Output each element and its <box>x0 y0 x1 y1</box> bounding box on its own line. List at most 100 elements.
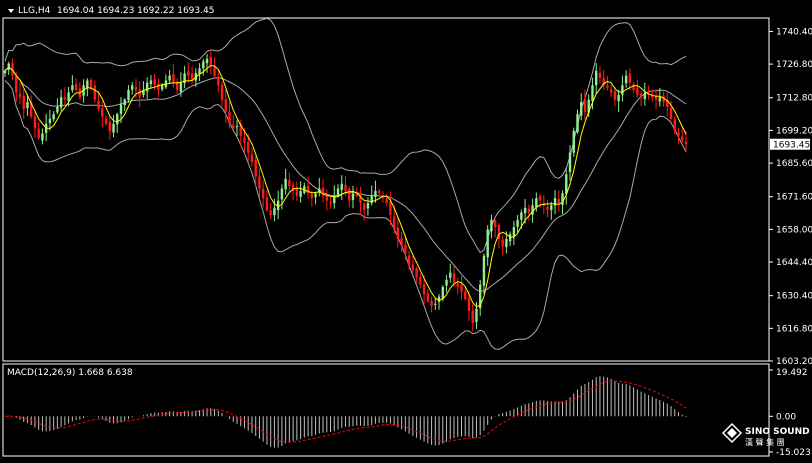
candle <box>261 180 265 208</box>
candle-body <box>288 180 291 187</box>
candle-body <box>250 154 254 163</box>
candle <box>175 78 179 95</box>
candle-body <box>617 94 620 102</box>
candle <box>636 79 639 98</box>
candle-body <box>56 106 59 113</box>
candle-body <box>437 296 441 302</box>
candle-body <box>594 70 598 86</box>
candle <box>235 120 239 137</box>
macd-histogram <box>8 376 687 448</box>
candle <box>164 74 168 89</box>
chart-window[interactable]: LLG,H4 1694.04 1694.23 1692.22 1693.45 M… <box>0 0 812 459</box>
candle-body <box>26 102 29 109</box>
candle-body <box>3 70 7 74</box>
candle-body <box>505 238 508 248</box>
candle-body <box>48 118 52 124</box>
candle-body <box>97 100 100 110</box>
candle-body <box>516 219 519 227</box>
candle-body <box>168 75 171 81</box>
candle-body <box>392 216 396 230</box>
candle-body <box>576 114 579 133</box>
candle-body <box>172 74 175 83</box>
candle <box>377 189 381 195</box>
candle <box>145 77 149 99</box>
candle-body <box>336 188 340 196</box>
candle <box>198 63 201 81</box>
price-chart-svg[interactable]: LLG,H4 1694.04 1694.23 1692.22 1693.45 M… <box>0 0 812 459</box>
candle <box>213 57 216 78</box>
candle-body <box>535 198 538 208</box>
candle <box>374 180 377 203</box>
candle <box>187 62 190 83</box>
price-tick-label: 1712.80 <box>776 94 812 104</box>
bollinger-upper-line <box>4 17 687 254</box>
candle <box>512 220 516 246</box>
candle-body <box>419 277 422 285</box>
candle <box>437 294 441 310</box>
symbol-timeframe: LLG,H4 <box>18 6 51 16</box>
candle-body <box>385 198 388 203</box>
price-axis: 1740.40 1726.80 1712.80 1699.20 1685.60 1671.… <box>769 27 812 367</box>
candle <box>142 81 145 98</box>
candle-body <box>351 193 355 200</box>
candle-body <box>636 87 639 95</box>
candle <box>598 66 602 84</box>
candle-body <box>568 152 572 173</box>
candle <box>295 181 299 201</box>
candle-body <box>400 238 403 247</box>
candle <box>74 78 78 92</box>
price-tick-label: 1644.40 <box>776 258 812 268</box>
candle-body <box>205 58 209 64</box>
candle-body <box>209 56 212 67</box>
candle <box>643 82 647 106</box>
dropdown-arrow-icon[interactable] <box>8 9 14 13</box>
candle-body <box>677 132 680 136</box>
candle <box>613 87 617 107</box>
candle <box>359 186 362 214</box>
candle <box>71 75 74 93</box>
candle-body <box>389 201 392 215</box>
candle <box>258 168 261 198</box>
candle-body <box>134 87 138 91</box>
candle <box>568 145 572 181</box>
candle-body <box>482 255 486 286</box>
candle <box>411 254 415 274</box>
candle-body <box>101 107 104 117</box>
main-panel-frame <box>2 17 770 362</box>
price-tick-label: 1616.80 <box>776 324 812 334</box>
candle <box>112 115 115 138</box>
candle-body <box>374 190 377 197</box>
candle-body <box>606 85 609 88</box>
candle-body <box>441 287 444 299</box>
candle <box>127 85 130 103</box>
candle-body <box>449 272 452 278</box>
candle <box>681 127 684 143</box>
candle-body <box>572 130 575 153</box>
candle-body <box>580 102 583 116</box>
candle-body <box>149 80 153 84</box>
candle <box>291 181 295 200</box>
candle <box>490 214 493 239</box>
candle <box>340 175 343 201</box>
candle-body <box>329 202 332 204</box>
candle-body <box>160 85 164 90</box>
candle <box>550 201 553 220</box>
candle <box>666 93 669 117</box>
candle <box>93 80 97 103</box>
brand-subtitle: 漢 聲 集 團 <box>745 437 785 447</box>
candle-body <box>464 291 467 300</box>
candle-body <box>112 123 115 133</box>
candle <box>299 181 302 203</box>
candle-body <box>591 85 594 102</box>
candle <box>26 95 29 116</box>
candle <box>430 296 433 313</box>
candle-body <box>295 188 299 196</box>
candlesticks <box>3 49 688 332</box>
candle <box>33 109 37 138</box>
candle <box>684 131 688 152</box>
candle-body <box>628 73 632 83</box>
candle-body <box>104 118 108 124</box>
candle <box>639 90 643 107</box>
candle <box>18 83 22 105</box>
candle <box>52 110 55 122</box>
